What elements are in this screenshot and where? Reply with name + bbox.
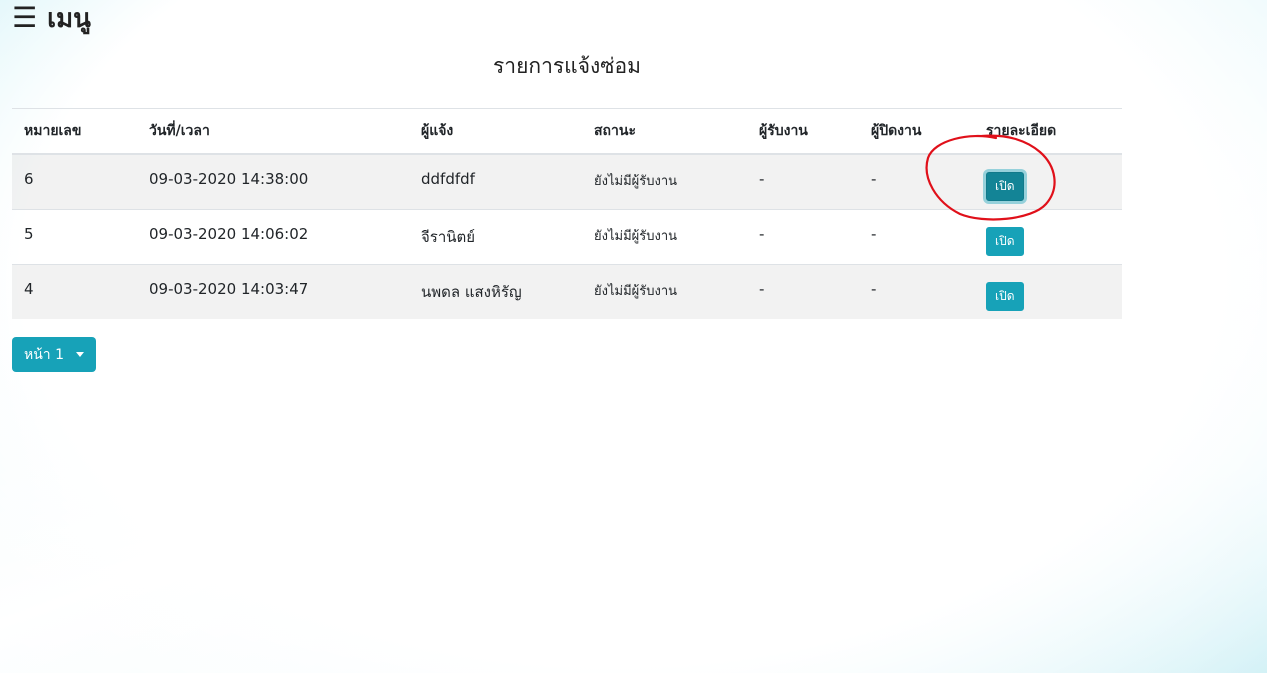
row-id: 4 <box>12 263 137 319</box>
page-select-label: หน้า 1 <box>24 346 65 363</box>
row-status: ยังไม่มีผู้รับงาน <box>582 153 747 209</box>
row-details-cell: เปิด <box>974 263 1122 319</box>
column-header-id: หมายเลข <box>12 108 137 155</box>
menu-toggle[interactable]: ☰ เมนู <box>12 0 91 36</box>
column-header-datetime: วันที่/เวลา <box>137 108 409 155</box>
menu-label[interactable]: เมนู <box>47 0 91 39</box>
table-row: 5 09-03-2020 14:06:02 จีรานิตย์ ยังไม่มี… <box>12 208 1122 264</box>
page-title: รายการแจ้งซ่อม <box>493 54 641 78</box>
row-id: 6 <box>12 153 137 209</box>
row-assignee: - <box>747 153 859 209</box>
row-closer: - <box>859 153 974 209</box>
row-id: 5 <box>12 208 137 264</box>
row-datetime: 09-03-2020 14:38:00 <box>137 153 409 209</box>
row-status: ยังไม่มีผู้รับงาน <box>582 208 747 264</box>
caret-down-icon <box>76 352 85 357</box>
table-row: 6 09-03-2020 14:38:00 ddfdfdf ยังไม่มีผู… <box>12 153 1122 209</box>
row-reporter: นพดล แสงหิรัญ <box>409 263 582 319</box>
hamburger-menu-icon[interactable]: ☰ <box>12 4 37 32</box>
column-header-assignee: ผู้รับงาน <box>747 108 859 155</box>
row-details-cell: เปิด <box>974 153 1122 209</box>
open-details-button[interactable]: เปิด <box>986 172 1024 201</box>
repair-list-table: หมายเลข วันที่/เวลา ผู้แจ้ง สถานะ ผู้รับ… <box>12 108 1122 319</box>
row-closer: - <box>859 263 974 319</box>
open-details-button[interactable]: เปิด <box>986 281 1024 311</box>
column-header-status: สถานะ <box>582 108 747 155</box>
row-datetime: 09-03-2020 14:03:47 <box>137 263 409 319</box>
row-datetime: 09-03-2020 14:06:02 <box>137 208 409 264</box>
table-row: 4 09-03-2020 14:03:47 นพดล แสงหิรัญ ยังไ… <box>12 263 1122 319</box>
table-header-row: หมายเลข วันที่/เวลา ผู้แจ้ง สถานะ ผู้รับ… <box>12 108 1122 155</box>
page-select-dropdown[interactable]: หน้า 1 <box>12 337 97 372</box>
row-assignee: - <box>747 263 859 319</box>
row-closer: - <box>859 208 974 264</box>
column-header-reporter: ผู้แจ้ง <box>409 108 582 155</box>
row-details-cell: เปิด <box>974 208 1122 264</box>
row-status: ยังไม่มีผู้รับงาน <box>582 263 747 319</box>
open-details-button[interactable]: เปิด <box>986 226 1024 256</box>
column-header-details: รายละเอียด <box>974 108 1122 155</box>
row-reporter: จีรานิตย์ <box>409 208 582 264</box>
row-assignee: - <box>747 208 859 264</box>
row-reporter: ddfdfdf <box>409 153 582 209</box>
column-header-closer: ผู้ปิดงาน <box>859 108 974 155</box>
